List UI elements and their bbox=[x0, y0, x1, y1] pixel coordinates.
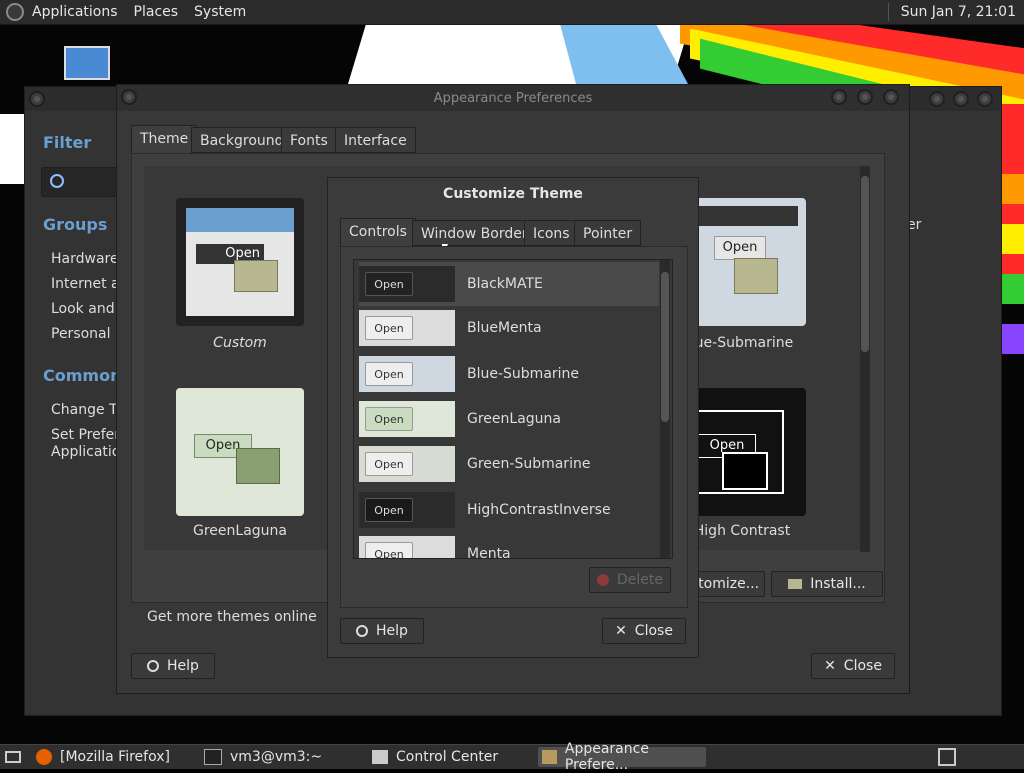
close-button[interactable]: ✕ Close bbox=[811, 653, 895, 679]
customize-theme-dialog: Customize Theme Controls Window Border I… bbox=[327, 177, 699, 658]
tab-interface[interactable]: Interface bbox=[335, 127, 416, 153]
list-item-blackmate[interactable]: Open BlackMATE bbox=[359, 262, 659, 306]
menu-places[interactable]: Places bbox=[134, 4, 179, 20]
menu-applications[interactable]: Applications bbox=[32, 4, 118, 20]
dialog-help-button[interactable]: Help bbox=[340, 618, 424, 644]
package-icon bbox=[788, 579, 803, 589]
get-more-themes-link[interactable]: Get more themes online bbox=[147, 609, 317, 625]
list-item-menta[interactable]: Open Menta bbox=[359, 532, 659, 558]
folder-icon bbox=[722, 452, 768, 490]
folder-icon bbox=[234, 260, 278, 292]
help-icon bbox=[356, 625, 369, 637]
theme-thumb-custom[interactable]: Open bbox=[176, 198, 304, 326]
list-item-highcontrastinverse[interactable]: Open HighContrastInverse bbox=[359, 488, 659, 532]
firefox-icon bbox=[36, 749, 52, 765]
minimize-button[interactable] bbox=[929, 91, 945, 107]
top-panel: Applications Places System Sun Jan 7, 21… bbox=[0, 0, 1024, 25]
close-icon: ✕ bbox=[824, 658, 836, 674]
groups-heading: Groups bbox=[43, 215, 108, 234]
clock[interactable]: Sun Jan 7, 21:01 bbox=[901, 4, 1016, 20]
search-icon bbox=[50, 174, 64, 188]
minimize-button[interactable] bbox=[831, 89, 847, 105]
tab-controls[interactable]: Controls bbox=[340, 218, 416, 248]
filter-heading: Filter bbox=[43, 133, 92, 152]
help-icon bbox=[147, 660, 160, 672]
theme-scrollbar[interactable] bbox=[860, 166, 870, 552]
preview-open-button: Open bbox=[714, 236, 766, 260]
tab-icons[interactable]: Icons bbox=[524, 220, 579, 246]
theme-list: Open BlackMATE Open BlueMenta Open Blue-… bbox=[353, 259, 673, 559]
workspace-icon bbox=[938, 748, 956, 766]
show-desktop-button[interactable] bbox=[2, 747, 24, 767]
delete-button: Delete bbox=[589, 567, 671, 593]
list-item-green-submarine[interactable]: Open Green-Submarine bbox=[359, 442, 659, 486]
theme-label-custom: Custom bbox=[213, 335, 267, 351]
menu-button[interactable] bbox=[29, 91, 45, 107]
control-center-icon bbox=[372, 750, 388, 764]
window-title: Appearance Preferences bbox=[433, 91, 593, 106]
tab-fonts[interactable]: Fonts bbox=[281, 127, 337, 153]
computer-icon[interactable] bbox=[64, 46, 110, 80]
folder-icon bbox=[734, 258, 778, 294]
help-button[interactable]: Help bbox=[131, 653, 215, 679]
list-item-bluementa[interactable]: Open BlueMenta bbox=[359, 306, 659, 350]
task-appearance[interactable]: Appearance Prefere... bbox=[538, 741, 706, 773]
workspace-switcher[interactable] bbox=[936, 747, 958, 767]
maximize-button[interactable] bbox=[857, 89, 873, 105]
list-item-blue-submarine[interactable]: Open Blue-Submarine bbox=[359, 352, 659, 396]
close-button[interactable] bbox=[977, 91, 993, 107]
taskbar: [Mozilla Firefox] vm3@vm3:~ Control Cent… bbox=[0, 741, 1024, 773]
theme-label-greenlaguna: GreenLaguna bbox=[193, 523, 287, 539]
theme-thumb-greenlaguna[interactable]: Open bbox=[176, 388, 304, 516]
maximize-button[interactable] bbox=[953, 91, 969, 107]
dialog-title: Customize Theme bbox=[443, 186, 583, 202]
filter-search-input[interactable] bbox=[41, 167, 123, 197]
task-control-center[interactable]: Control Center bbox=[372, 747, 532, 767]
list-scrollbar[interactable] bbox=[660, 260, 670, 558]
install-button[interactable]: Install... bbox=[771, 571, 883, 597]
task-terminal[interactable]: vm3@vm3:~ bbox=[204, 747, 364, 767]
menu-system[interactable]: System bbox=[194, 4, 246, 20]
dialog-close-button[interactable]: ✕ Close bbox=[602, 618, 686, 644]
desktop-icon bbox=[5, 751, 21, 763]
tab-theme[interactable]: Theme bbox=[131, 125, 198, 155]
delete-icon bbox=[597, 574, 609, 586]
list-item-greenlaguna[interactable]: Open GreenLaguna bbox=[359, 397, 659, 441]
window-menu-button[interactable] bbox=[121, 89, 137, 105]
mate-logo-icon[interactable] bbox=[6, 3, 24, 21]
appearance-icon bbox=[542, 750, 557, 764]
folder-icon bbox=[236, 448, 280, 484]
tab-pointer[interactable]: Pointer bbox=[574, 220, 642, 246]
terminal-icon bbox=[204, 749, 222, 765]
group-hardware[interactable]: Hardware bbox=[51, 251, 119, 267]
tab-window-border[interactable]: Window Border bbox=[412, 220, 537, 246]
tab-background[interactable]: Background bbox=[191, 127, 293, 153]
close-button[interactable] bbox=[883, 89, 899, 105]
controls-panel: Open BlackMATE Open BlueMenta Open Blue-… bbox=[340, 246, 688, 608]
close-icon: ✕ bbox=[615, 623, 627, 639]
group-personal[interactable]: Personal bbox=[51, 326, 111, 342]
task-firefox[interactable]: [Mozilla Firefox] bbox=[36, 747, 196, 767]
